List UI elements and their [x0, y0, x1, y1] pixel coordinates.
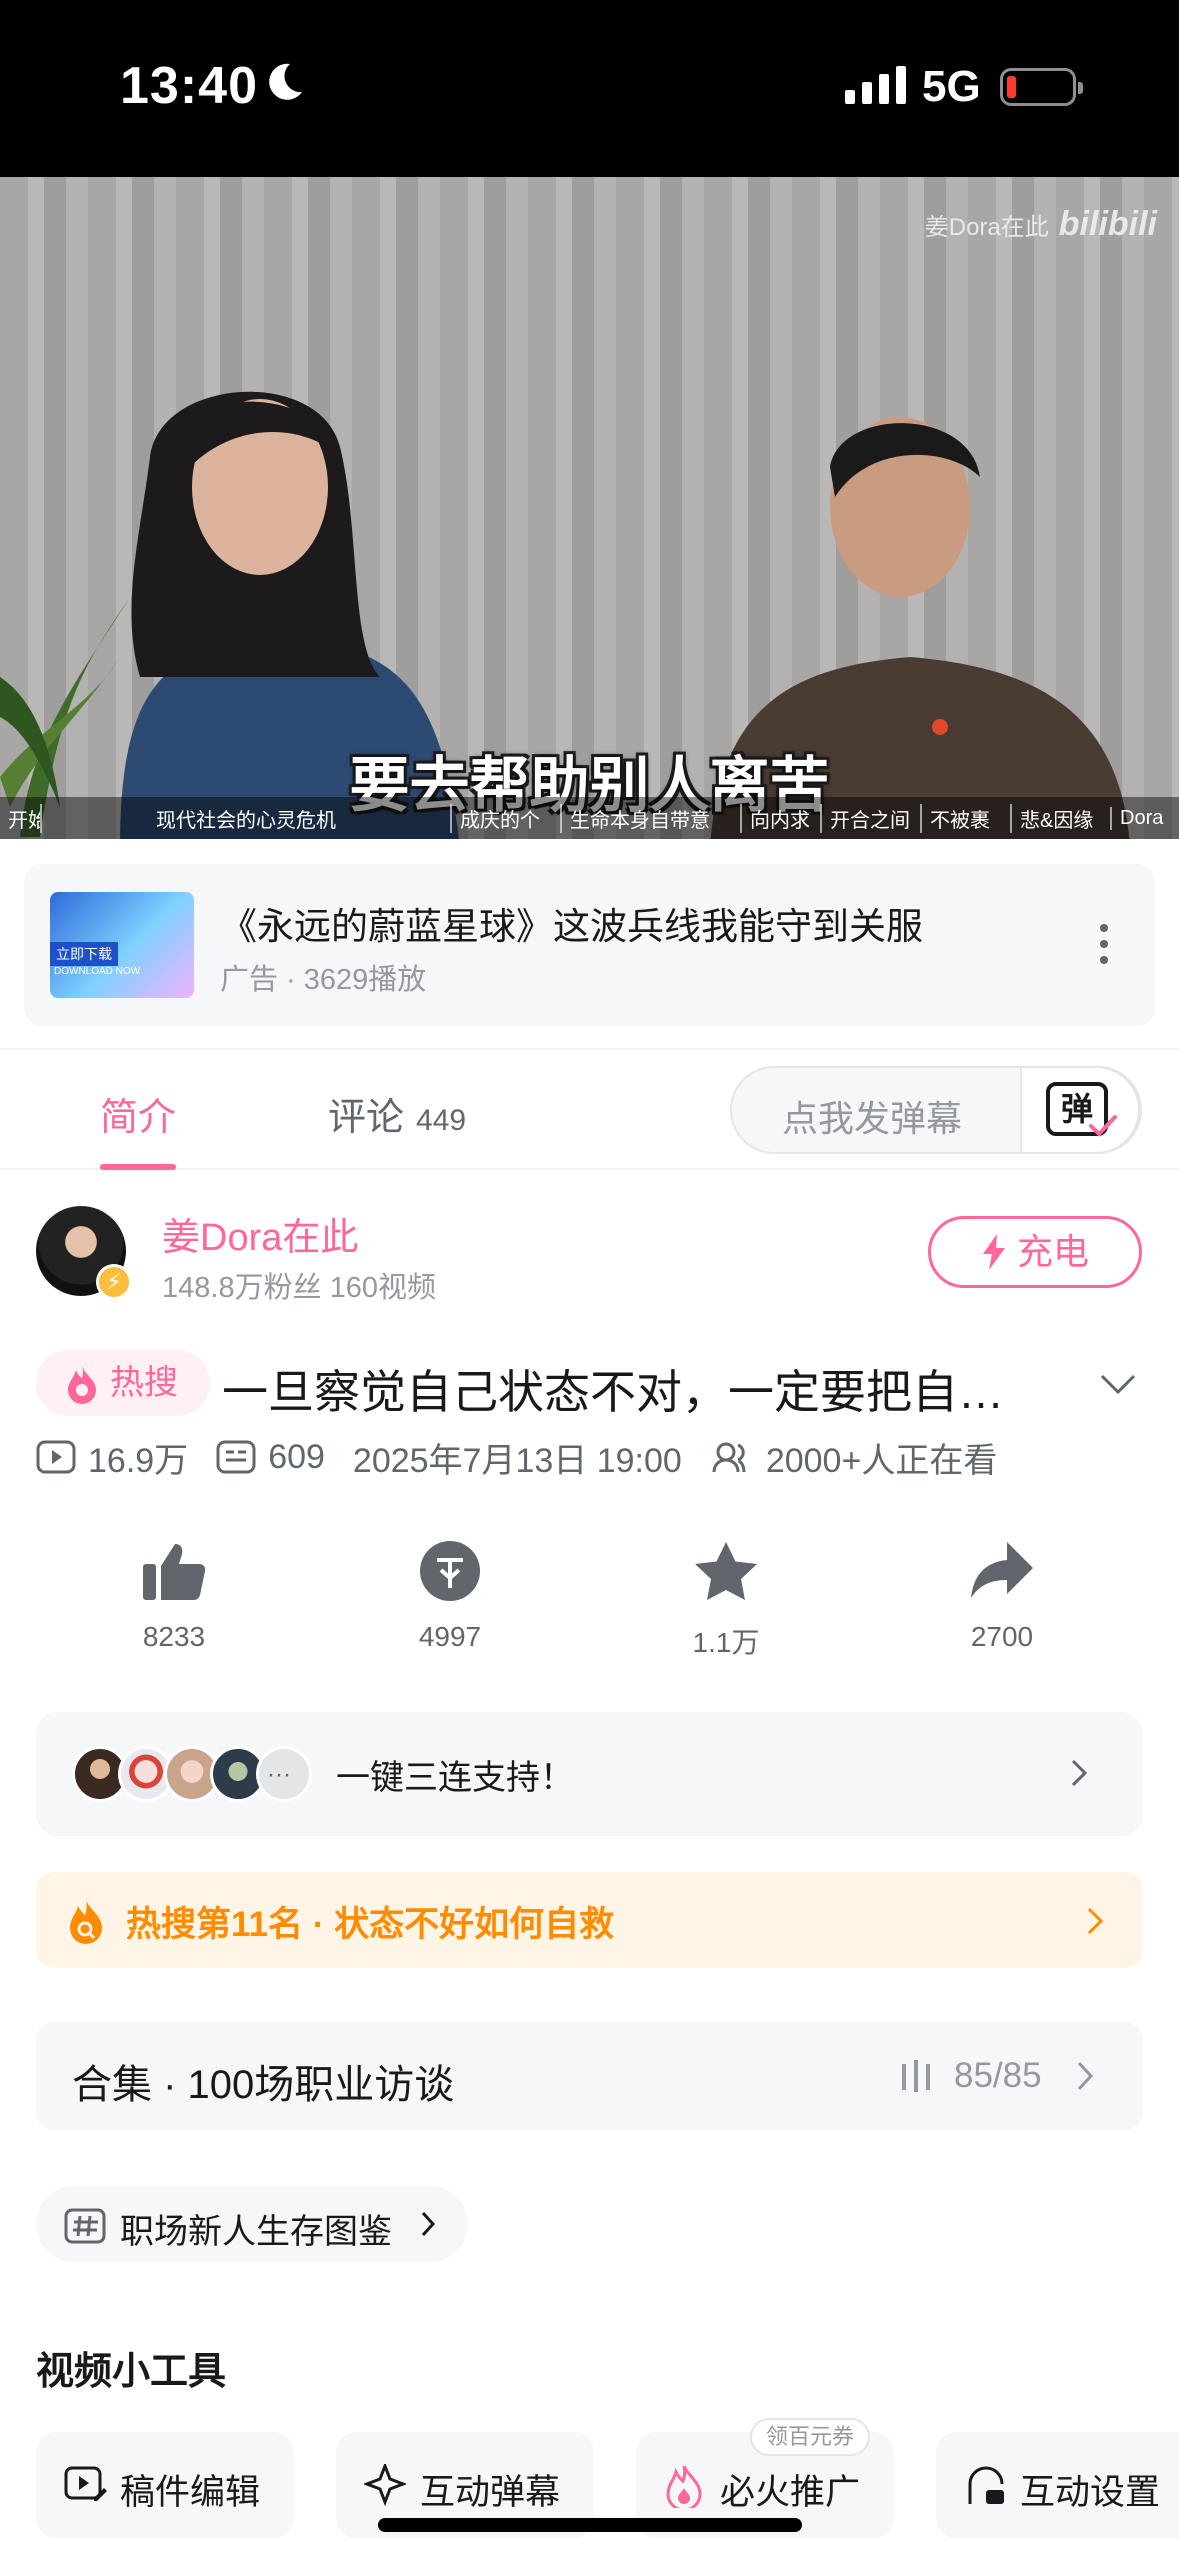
- hot-badge[interactable]: 热搜: [36, 1350, 210, 1416]
- battery-icon: [1000, 68, 1083, 106]
- network-label: 5G: [922, 62, 981, 111]
- chapter-item[interactable]: 成庆的个: [450, 803, 560, 833]
- video-watermark: 姜Dora在此 bilibili: [924, 205, 1157, 243]
- lightning-icon: [982, 1234, 1005, 1270]
- chapter-bar[interactable]: 开始 现代社会的心灵危机 成庆的个 生命本身自带意 向内求 开合之间 不被裹 悲…: [0, 797, 1179, 839]
- hot-search-icon: [70, 1900, 102, 1944]
- viewers-icon: [712, 1442, 746, 1473]
- chapter-item[interactable]: 悲&因缘: [1010, 803, 1110, 833]
- chevron-right-icon: [1087, 1907, 1104, 1935]
- publish-date: 2025年7月13日 19:00: [352, 1441, 682, 1480]
- action-bar: 8233 4997 1.1万 2700: [0, 1540, 1179, 1670]
- settings-lock-icon: [968, 2466, 1004, 2504]
- uploader-meta: 148.8万粉丝 160视频: [162, 1272, 437, 1304]
- collection-label: 合集 · 100场职业访谈: [72, 2063, 455, 2107]
- watching-count: 2000+人正在看: [765, 1441, 998, 1480]
- topic-label: 职场新人生存图鉴: [120, 2213, 392, 2251]
- home-indicator[interactable]: [378, 2518, 802, 2532]
- favorite-button[interactable]: 1.1万: [636, 1540, 816, 1661]
- moon-icon: [269, 63, 302, 100]
- tool-edit[interactable]: 稿件编辑: [36, 2432, 294, 2538]
- ad-thumbnail: 立即下载 DOWNLOAD NOW: [50, 892, 194, 998]
- hot-rank-banner[interactable]: 热搜第11名 · 状态不好如何自救: [36, 1872, 1143, 1968]
- video-player[interactable]: 姜Dora在此 bilibili 要去帮助别人离苦 开始 现代社会的心灵危机 成庆…: [0, 177, 1179, 839]
- ad-meta: 广告 · 3629播放: [220, 964, 427, 996]
- video-title: 一旦察觉自己状态不对，一定要把自…: [222, 1366, 1004, 1418]
- tab-intro[interactable]: 简介: [100, 1086, 176, 1141]
- collection-card[interactable]: 合集 · 100场职业访谈 85/85: [36, 2022, 1143, 2130]
- view-count: 16.9万: [88, 1441, 189, 1480]
- chapter-item[interactable]: 开合之间: [820, 803, 920, 833]
- clock: 13:40: [120, 57, 258, 115]
- fire-icon: [666, 2465, 702, 2508]
- status-bar: 13:40 5G: [0, 0, 1179, 177]
- verified-icon: ⚡: [96, 1264, 132, 1300]
- chapter-item[interactable]: 向内求: [740, 803, 820, 833]
- triple-label: 一键三连支持！: [336, 1759, 574, 1797]
- tab-bar: 简介 评论 449 点我发弹幕 弹: [0, 1048, 1179, 1170]
- share-button[interactable]: 2700: [912, 1540, 1092, 1653]
- like-button[interactable]: 8233: [84, 1540, 264, 1653]
- charge-button[interactable]: 充电: [928, 1216, 1142, 1288]
- share-icon: [971, 1542, 1033, 1598]
- coin-button[interactable]: 4997: [360, 1540, 540, 1653]
- hashtag-icon: [64, 2208, 106, 2244]
- chapter-item[interactable]: Dora: [1110, 806, 1179, 830]
- tab-comments[interactable]: 评论 449: [328, 1086, 466, 1141]
- coin-icon: [420, 1541, 480, 1601]
- supporter-avatars: ···: [72, 1746, 312, 1802]
- danmu-toggle-button[interactable]: 弹: [1020, 1066, 1140, 1154]
- comment-count: 449: [416, 1104, 467, 1137]
- ad-title: 《永远的蔚蓝星球》这波兵线我能守到关服: [220, 906, 923, 947]
- more-options-icon[interactable]: [1100, 924, 1110, 964]
- more-avatars-icon: ···: [256, 1746, 312, 1802]
- uploader-name[interactable]: 姜Dora在此: [162, 1206, 358, 1261]
- like-icon: [143, 1544, 206, 1600]
- chapter-item[interactable]: 不被裹: [920, 803, 1010, 833]
- sparkle-icon: [364, 2464, 406, 2506]
- chevron-down-icon[interactable]: [1098, 1372, 1138, 1396]
- chevron-right-icon: [1071, 1759, 1088, 1787]
- danmaku-count: 609: [268, 1437, 325, 1476]
- hot-search-icon: [68, 1366, 96, 1404]
- danmaku-count-icon: [216, 1440, 256, 1474]
- chapter-item[interactable]: 生命本身自带意: [560, 803, 740, 833]
- chevron-right-icon: [1077, 2061, 1094, 2091]
- tools-heading: 视频小工具: [36, 2351, 227, 2393]
- favorite-icon: [695, 1542, 757, 1600]
- chapter-item[interactable]: 开始: [0, 804, 40, 833]
- avatar[interactable]: ⚡: [36, 1206, 132, 1300]
- video-title-row[interactable]: 热搜 一旦察觉自己状态不对，一定要把自…: [0, 1350, 1179, 1420]
- check-icon: [1089, 1115, 1117, 1137]
- tool-interactive-settings[interactable]: 互动设置: [936, 2432, 1179, 2538]
- hot-rank-label: 热搜第11名 · 状态不好如何自救: [126, 1905, 615, 1944]
- triple-support-card[interactable]: ··· 一键三连支持！: [36, 1712, 1143, 1836]
- uploader-row: ⚡ 姜Dora在此 148.8万粉丝 160视频 充电: [0, 1200, 1179, 1304]
- chapter-item[interactable]: 现代社会的心灵危机: [40, 803, 450, 833]
- topic-tag[interactable]: 职场新人生存图鉴: [36, 2186, 468, 2262]
- danmu-input[interactable]: 点我发弹幕 弹: [730, 1066, 1142, 1154]
- coupon-badge[interactable]: 领百元券: [750, 2418, 871, 2456]
- play-count-icon: [36, 1440, 76, 1474]
- active-tab-indicator: [100, 1164, 176, 1170]
- edit-video-icon: [64, 2466, 107, 2501]
- playlist-icon: [902, 2060, 930, 2092]
- ad-card[interactable]: 立即下载 DOWNLOAD NOW 《永远的蔚蓝星球》这波兵线我能守到关服 广告…: [24, 864, 1155, 1026]
- signal-icon: [845, 66, 906, 104]
- chevron-right-icon: [421, 2211, 436, 2237]
- video-stats: 16.9万 609 2025年7月13日 19:00 2000+人正在看: [36, 1432, 997, 1482]
- collection-count: 85/85: [954, 2056, 1042, 2095]
